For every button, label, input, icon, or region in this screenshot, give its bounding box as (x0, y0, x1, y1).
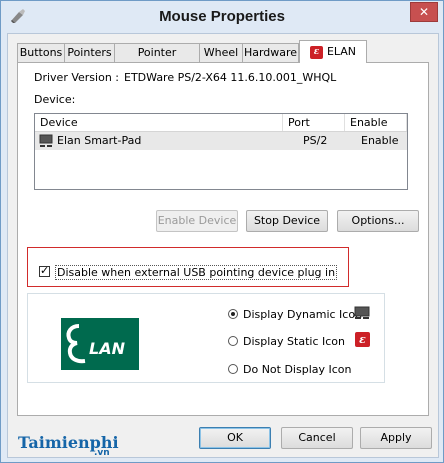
tab-label: Wheel (203, 46, 239, 59)
close-icon: ✕ (418, 5, 430, 19)
checkmark-icon: ✓ (40, 264, 50, 277)
tab-label: Pointers (67, 46, 112, 59)
window-title: Mouse Properties (159, 8, 285, 25)
device-label: Device: (34, 93, 76, 106)
enable-device-button[interactable]: Enable Device (156, 210, 238, 232)
column-header-port[interactable]: Port (283, 114, 345, 131)
stop-device-button[interactable]: Stop Device (246, 210, 328, 232)
cancel-button[interactable]: Cancel (281, 427, 353, 449)
touchpad-icon (39, 134, 53, 147)
column-header-enable[interactable]: Enable (345, 114, 407, 131)
device-name-cell: Elan Smart-Pad (57, 134, 142, 147)
tab-label: Hardware (243, 46, 298, 59)
tab-elan[interactable]: ε ELAN (299, 40, 367, 63)
title-bar: Mouse Properties ✕ (1, 1, 443, 33)
label-display-static-icon: Display Static Icon (243, 335, 345, 348)
driver-version-value: ETDWare PS/2-X64 11.6.10.001_WHQL (124, 71, 337, 84)
options-button[interactable]: Options... (337, 210, 419, 232)
device-port-cell: PS/2 (303, 134, 328, 147)
device-list[interactable]: Device Port Enable Elan Smart-Pad PS/2 E… (34, 113, 408, 190)
radio-display-dynamic-icon[interactable] (228, 309, 238, 319)
elan-icon: ε (309, 45, 323, 59)
disable-usb-checkbox[interactable]: ✓ (39, 264, 50, 277)
tab-buttons[interactable]: Buttons (17, 43, 65, 62)
mouse-properties-window: Mouse Properties ✕ Buttons Pointers Poin… (0, 0, 444, 463)
radio-display-static-icon[interactable] (228, 336, 238, 346)
label-do-not-display-icon: Do Not Display Icon (243, 363, 352, 376)
watermark-domain: .vn (94, 448, 110, 458)
ok-button[interactable]: OK (199, 427, 271, 449)
touchpad-dynamic-icon (354, 306, 370, 319)
tab-pointers[interactable]: Pointers (64, 43, 115, 62)
apply-button[interactable]: Apply (360, 427, 432, 449)
radio-do-not-display-icon[interactable] (228, 364, 238, 374)
tab-hardware[interactable]: Hardware (242, 43, 299, 62)
tab-label: ELAN (326, 45, 357, 58)
column-header-device[interactable]: Device (35, 114, 283, 131)
label-display-dynamic-icon: Display Dynamic Icon (243, 308, 363, 321)
elan-static-icon: ε (355, 332, 370, 347)
close-button[interactable]: ✕ (410, 2, 438, 22)
tab-label: Buttons (19, 46, 63, 59)
driver-version-label: Driver Version : (34, 71, 119, 84)
logo-text: LAN (89, 339, 126, 358)
device-enable-cell: Enable (361, 134, 399, 147)
elan-logo: LAN (61, 318, 139, 370)
tab-wheel[interactable]: Wheel (199, 43, 243, 62)
table-row[interactable]: Elan Smart-Pad PS/2 Enable (35, 132, 407, 150)
tab-pointer-options[interactable]: Pointer Options (114, 43, 200, 77)
disable-usb-label[interactable]: Disable when external USB pointing devic… (55, 265, 338, 280)
device-list-header: Device Port Enable (35, 114, 407, 132)
